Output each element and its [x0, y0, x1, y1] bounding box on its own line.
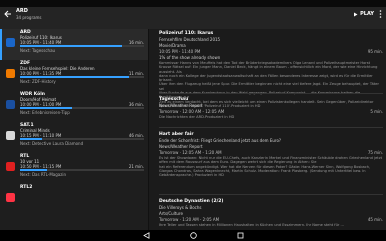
program-description: Die Nachrichten der ARD.Produziert in HD: [159, 115, 235, 119]
channel-item-rtl[interactable]: RTL 10 vor 11 10:50 PM - 11:15 PM 21 min…: [0, 153, 148, 184]
program-description: Es ist der Showdown: Nicht nur die EU-Ch…: [159, 156, 382, 178]
back-triangle-icon[interactable]: [142, 232, 150, 239]
play-button[interactable]: PLAY: [353, 11, 374, 17]
divider: [159, 127, 383, 128]
channel-logo: [6, 69, 15, 78]
channel-item-sat1[interactable]: SAT.1 Criminal Minds 10:15 PM - 11:10 PM…: [0, 122, 148, 153]
program-time-row: Tomorrow · 12:00 AM - 12:05 AM 5 min.: [159, 109, 383, 114]
channel-logo: [6, 100, 15, 109]
back-arrow-icon[interactable]: [3, 9, 13, 19]
channel-next: Next: Erlebnisreisen-Tipp: [20, 110, 70, 115]
program-time-row: Tomorrow · 1:20 AM - 2:05 AM 45 min.: [159, 217, 383, 222]
program-time: Tomorrow · 12:00 AM - 12:05 AM: [159, 109, 225, 114]
progress-bar: [20, 169, 144, 171]
channel-logo: [6, 38, 15, 47]
home-circle-icon[interactable]: [189, 232, 197, 239]
program-time-row: 10:05 PM - 11:40 PM 95 min.: [159, 49, 383, 54]
program-meta: News/Weather Report: [159, 103, 203, 108]
app-title: ARD: [16, 8, 28, 14]
play-icon: [354, 12, 358, 16]
channel-logo: [6, 131, 15, 140]
status-bar: [0, 0, 386, 7]
channel-name: RTL2: [20, 185, 33, 190]
program-title: Tagesschau: [159, 97, 189, 102]
app-bar: ARD 34 programs PLAY: [0, 7, 386, 29]
program-item[interactable]: Tagesschau News/Weather Report Tomorrow …: [159, 97, 383, 119]
program-time: 10:05 PM - 11:40 PM: [159, 49, 201, 54]
divider: [159, 194, 383, 195]
channel-item-rtl2[interactable]: RTL2: [0, 184, 148, 215]
channel-next: Next: Detective Laura Diamond: [20, 141, 84, 146]
program-time: Tomorrow · 1:20 AM - 2:05 AM: [159, 217, 220, 222]
program-meta: Fernsehfilm Deutschland 2015: [159, 37, 221, 42]
program-item[interactable]: Hart aber fair Ende der Schonfrist: Flie…: [159, 132, 383, 177]
progress-bar: [20, 138, 144, 140]
program-genre: News/Weather Report: [159, 144, 203, 149]
channel-logo: [6, 193, 15, 202]
system-nav-bar: [0, 230, 386, 241]
channel-next: Next: ZDF-History: [20, 79, 56, 84]
program-meta: Die Villeroys & Bochs: [159, 205, 202, 210]
program-meta: Ende der Schonfrist: Fliegt Griechenland…: [159, 138, 282, 143]
program-duration: 75 min.: [367, 150, 383, 155]
program-title: Deutsche Dynastien (2/2): [159, 199, 224, 204]
program-genre: Arts/Culture: [159, 211, 183, 216]
program-title: Polizeiruf 110: Ikarus: [159, 31, 214, 36]
program-note: 1% of the show already shown: [159, 55, 221, 60]
recents-square-icon[interactable]: [237, 232, 244, 239]
channel-next: Next: Tagesschau: [20, 48, 56, 53]
program-duration: 5 min.: [370, 109, 383, 114]
program-list[interactable]: Polizeiruf 110: Ikarus Fernsehfilm Deuts…: [148, 29, 386, 230]
channel-logo: [6, 162, 15, 171]
channel-item-zdf[interactable]: ZDF Das kleine Fernsehspiel: Die Anderen…: [0, 60, 148, 91]
program-item[interactable]: Deutsche Dynastien (2/2) Die Villeroys &…: [159, 199, 383, 227]
channel-item-wdr[interactable]: WDR Köln Doorn/Hof Heimat 10:00 PM - 11:…: [0, 91, 148, 122]
more-vertical-icon[interactable]: [379, 10, 382, 18]
progress-bar: [20, 107, 144, 109]
program-genre: Movie/Drama: [159, 43, 186, 48]
progress-bar: [20, 45, 144, 47]
divider: [159, 93, 383, 94]
progress-bar: [20, 76, 144, 78]
play-label: PLAY: [360, 11, 374, 17]
channel-list[interactable]: ARD Polizeiruf 110: Ikarus 10:05 PM - 11…: [0, 29, 148, 230]
app-subtitle: 34 programs: [16, 15, 42, 20]
channel-item-ard[interactable]: ARD Polizeiruf 110: Ikarus 10:05 PM - 11…: [0, 29, 148, 60]
program-duration: 45 min.: [367, 217, 383, 222]
program-time-row: Tomorrow · 12:05 AM - 1:20 AM 75 min.: [159, 150, 383, 155]
program-title: Hart aber fair: [159, 132, 194, 137]
program-description: Ihre Teller und Tassen stehen in Million…: [159, 223, 344, 227]
program-time: Tomorrow · 12:05 AM - 1:20 AM: [159, 150, 222, 155]
channel-next: Next: Das RTL-Magazin: [20, 172, 66, 177]
program-duration: 95 min.: [367, 49, 383, 54]
